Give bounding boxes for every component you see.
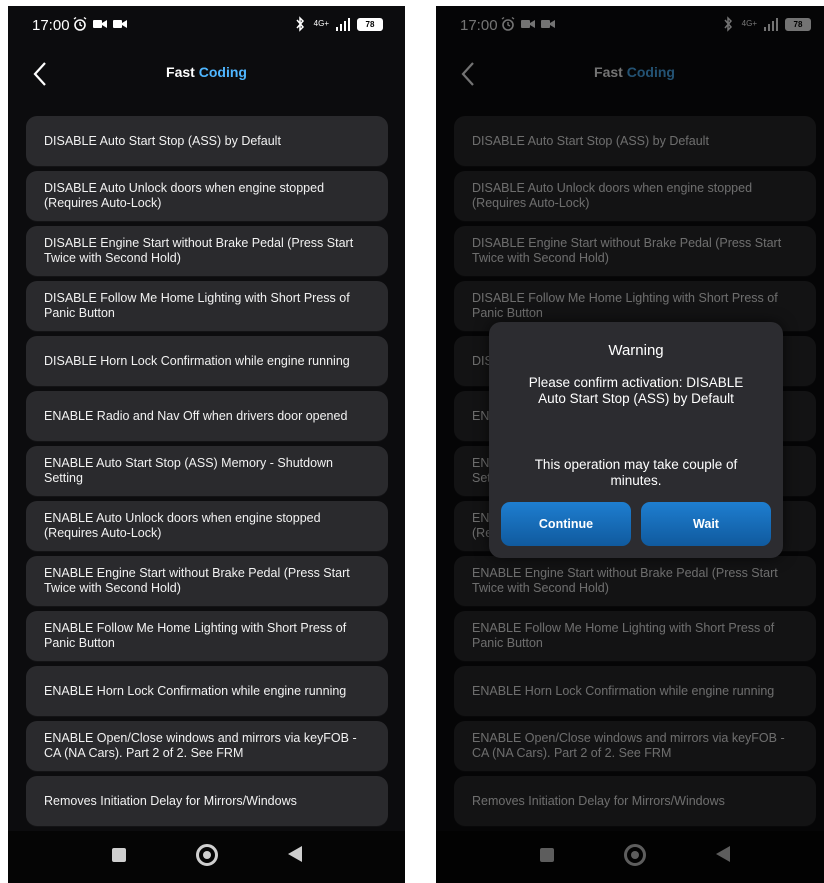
coding-list: DISABLE Auto Start Stop (ASS) by Default… [26,116,388,831]
list-item[interactable]: ENABLE Open/Close windows and mirrors vi… [26,721,388,771]
wait-button[interactable]: Wait [641,502,771,546]
continue-button[interactable]: Continue [501,502,631,546]
warning-dialog: Warning Please confirm activation: DISAB… [489,322,783,558]
navigation-bar [8,831,405,883]
recent-apps-icon[interactable] [112,848,126,862]
nav-back-icon[interactable] [288,846,302,862]
alarm-icon [73,16,87,31]
signal-icon [336,18,350,31]
dialog-title: Warning [608,342,664,359]
video-camera-icon [93,20,107,28]
phone-screen-right: 17:00 4G+ 78 Fast Coding DISABLE Auto St… [436,6,824,883]
header: Fast Coding [8,46,405,102]
list-item[interactable]: DISABLE Auto Unlock doors when engine st… [26,171,388,221]
list-item[interactable]: ENABLE Auto Start Stop (ASS) Memory - Sh… [26,446,388,496]
list-item[interactable]: DISABLE Horn Lock Confirmation while eng… [26,336,388,386]
page-title: Fast Coding [166,64,247,80]
list-item[interactable]: ENABLE Follow Me Home Lighting with Shor… [26,611,388,661]
list-item[interactable]: ENABLE Auto Unlock doors when engine sto… [26,501,388,551]
list-item[interactable]: DISABLE Engine Start without Brake Pedal… [26,226,388,276]
video-camera-icon [113,20,127,28]
list-item[interactable]: DISABLE Follow Me Home Lighting with Sho… [26,281,388,331]
dialog-message: Please confirm activation: DISABLE Auto … [528,375,744,406]
network-type: 4G+ [313,19,329,28]
status-bar: 17:00 4G+ 78 [8,6,405,46]
dialog-note: This operation may take couple of minute… [534,457,738,488]
list-item[interactable]: Removes Initiation Delay for Mirrors/Win… [26,776,388,826]
home-icon[interactable] [196,844,218,866]
list-item[interactable]: DISABLE Auto Start Stop (ASS) by Default [26,116,388,166]
status-time: 17:00 [32,17,70,34]
battery-level: 78 [357,17,383,31]
list-item[interactable]: ENABLE Horn Lock Confirmation while engi… [26,666,388,716]
bluetooth-icon [296,16,304,32]
list-item[interactable]: ENABLE Engine Start without Brake Pedal … [26,556,388,606]
list-item[interactable]: ENABLE Radio and Nav Off when drivers do… [26,391,388,441]
phone-screen-left: 17:00 4G+ 78 Fast Coding DISABLE Auto St… [8,6,405,883]
